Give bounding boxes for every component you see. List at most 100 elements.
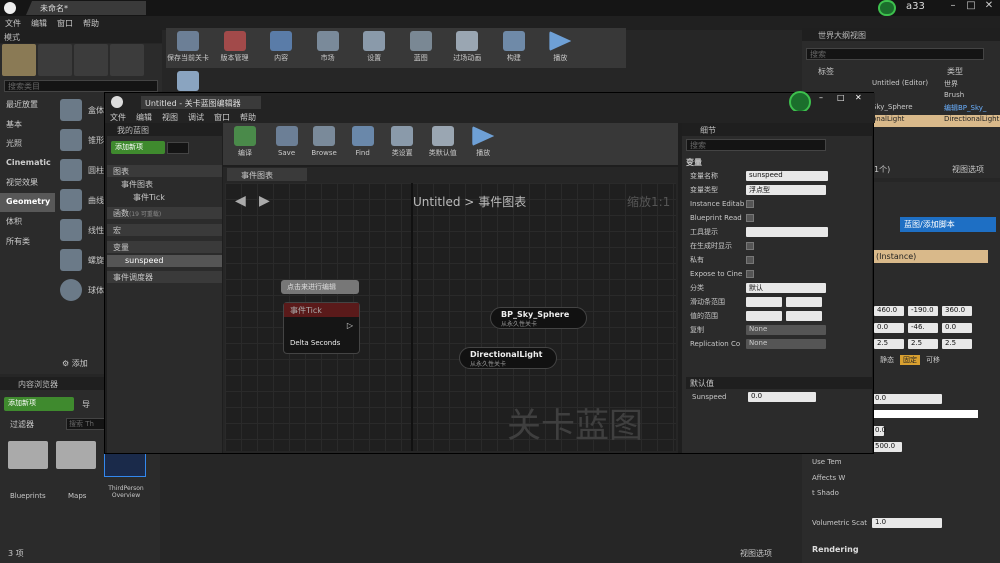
source-control-button[interactable]: 版本管理 bbox=[213, 28, 257, 68]
color-swatch[interactable] bbox=[872, 410, 978, 418]
detail-value-3[interactable]: 500.0 bbox=[872, 442, 902, 452]
rotation-x[interactable]: 0.0 bbox=[874, 323, 904, 333]
bp-menu-view[interactable]: 视图 bbox=[157, 111, 183, 123]
class-defaults-button[interactable]: 类默认值 bbox=[424, 123, 462, 163]
cinematics-button[interactable]: 过场动画 bbox=[445, 28, 489, 68]
settings-button[interactable]: 设置 bbox=[352, 28, 396, 68]
event-graph-item[interactable]: 事件图表 bbox=[121, 179, 153, 190]
user-avatar-icon[interactable] bbox=[878, 0, 896, 16]
exec-pin-icon[interactable]: ▷ bbox=[347, 321, 353, 330]
bp-menu-file[interactable]: 文件 bbox=[105, 111, 131, 123]
category-lights[interactable]: 光照 bbox=[0, 134, 55, 154]
compile-button[interactable]: 编译 bbox=[223, 123, 267, 163]
directional-light-node[interactable]: DirectionalLight 从永久性关卡 bbox=[459, 347, 557, 369]
content-search-input[interactable]: 搜索 Th bbox=[66, 418, 106, 430]
menu-help[interactable]: 帮助 bbox=[78, 16, 104, 29]
sky-sphere-node[interactable]: BP_Sky_Sphere 从永久性关卡 bbox=[490, 307, 587, 329]
mobility-static[interactable]: 静态 bbox=[880, 355, 894, 365]
range-input[interactable] bbox=[746, 311, 782, 321]
back-arrow-icon[interactable]: ◀ bbox=[235, 193, 246, 209]
paint-mode-icon[interactable] bbox=[38, 44, 72, 76]
place-mode-icon[interactable] bbox=[2, 44, 36, 76]
bp-maximize-icon[interactable]: □ bbox=[837, 93, 845, 102]
modes-search-input[interactable]: 搜索类目 bbox=[4, 80, 158, 92]
browse-button[interactable]: Browse bbox=[306, 123, 342, 163]
scale-x[interactable]: 2.5 bbox=[874, 339, 904, 349]
functions-section[interactable]: 函数(19 可重载) bbox=[107, 207, 222, 219]
variable-section-header[interactable]: 变量 bbox=[686, 157, 702, 168]
rotation-y[interactable]: -46. bbox=[908, 323, 938, 333]
select-field[interactable]: None bbox=[746, 325, 826, 335]
detail-value-4[interactable]: 1.0 bbox=[872, 518, 942, 528]
event-graph-tab[interactable]: 事件图表 bbox=[227, 168, 307, 181]
bp-menu-window[interactable]: 窗口 bbox=[209, 111, 235, 123]
location-x[interactable]: 460.0 bbox=[874, 306, 904, 316]
category-volumes[interactable]: 体积 bbox=[0, 212, 55, 232]
event-tick-node[interactable]: 事件Tick ▷ Delta Seconds bbox=[283, 302, 360, 354]
delta-seconds-pin[interactable]: Delta Seconds bbox=[290, 339, 340, 347]
bp-play-button[interactable]: 播放 bbox=[464, 123, 502, 163]
bp-details-search[interactable]: 搜索 bbox=[686, 139, 826, 151]
detail-value-1[interactable]: 0.0 bbox=[872, 394, 942, 404]
outliner-col-type[interactable]: 类型 bbox=[947, 66, 963, 77]
add-new-button[interactable]: 添加新项 bbox=[4, 397, 74, 411]
graph-canvas[interactable]: ◀ ▶ Untitled > 事件图表 缩放1:1 关卡蓝图 点击来进行编辑 事… bbox=[225, 183, 676, 451]
select-field[interactable]: 默认 bbox=[746, 283, 826, 293]
content-view-options[interactable]: 视图选项 bbox=[740, 548, 772, 559]
bp-menu-help[interactable]: 帮助 bbox=[235, 111, 261, 123]
marketplace-button[interactable]: 市场 bbox=[306, 28, 350, 68]
macros-section[interactable]: 宏 bbox=[107, 224, 222, 236]
outliner-row[interactable]: Untitled (Editor) 世界 bbox=[872, 79, 1000, 91]
folder-icon[interactable] bbox=[56, 441, 96, 469]
filters-button[interactable]: 过滤器 bbox=[10, 419, 34, 430]
blueprints-button[interactable]: 蓝图 bbox=[399, 28, 443, 68]
mobility-stationary[interactable]: 固定 bbox=[900, 355, 920, 365]
forward-arrow-icon[interactable]: ▶ bbox=[259, 193, 270, 209]
save-level-button[interactable]: 保存当前关卡 bbox=[166, 28, 210, 68]
play-button[interactable]: 播放 bbox=[538, 28, 582, 68]
bp-menu-edit[interactable]: 编辑 bbox=[131, 111, 157, 123]
checkbox[interactable] bbox=[746, 256, 754, 264]
content-button[interactable]: 内容 bbox=[259, 28, 303, 68]
rendering-section[interactable]: Rendering bbox=[812, 545, 859, 554]
default-value-section[interactable]: 默认值 bbox=[686, 377, 872, 389]
bp-search-input[interactable] bbox=[167, 142, 189, 154]
category-recent[interactable]: 最近放置 bbox=[0, 95, 55, 115]
checkbox[interactable] bbox=[746, 200, 754, 208]
add-blueprint-button[interactable]: 蓝图/添加脚本 bbox=[900, 217, 996, 232]
menu-window[interactable]: 窗口 bbox=[52, 16, 78, 29]
outliner-search-input[interactable]: 搜索 bbox=[806, 48, 984, 60]
foliage-mode-icon[interactable] bbox=[110, 44, 144, 76]
checkbox[interactable] bbox=[746, 214, 754, 222]
scale-z[interactable]: 2.5 bbox=[942, 339, 972, 349]
range-input[interactable] bbox=[786, 297, 822, 307]
bp-add-new-button[interactable]: 添加新项 bbox=[111, 141, 165, 154]
bp-tab[interactable]: Untitled - 关卡蓝图编辑器 bbox=[141, 96, 261, 109]
text-field[interactable] bbox=[746, 227, 828, 237]
breadcrumb-leaf[interactable]: 事件图表 bbox=[478, 195, 526, 209]
maximize-icon[interactable]: □ bbox=[962, 0, 980, 14]
select-field[interactable]: None bbox=[746, 339, 826, 349]
variable-sunspeed[interactable]: sunspeed bbox=[107, 255, 222, 267]
location-y[interactable]: -190.0 bbox=[908, 306, 938, 316]
dispatchers-section[interactable]: 事件调度器 bbox=[107, 271, 222, 283]
checkbox[interactable] bbox=[746, 270, 754, 278]
scale-y[interactable]: 2.5 bbox=[908, 339, 938, 349]
range-input[interactable] bbox=[746, 297, 782, 307]
mobility-movable[interactable]: 可移 bbox=[926, 355, 940, 365]
bp-user-icon[interactable] bbox=[789, 91, 811, 113]
folder-icon[interactable] bbox=[8, 441, 48, 469]
text-field[interactable]: sunspeed bbox=[746, 171, 828, 181]
event-tick-item[interactable]: 事件Tick bbox=[133, 192, 165, 203]
category-geometry[interactable]: Geometry bbox=[0, 192, 55, 212]
variables-section[interactable]: 变量 bbox=[107, 241, 222, 253]
location-z[interactable]: 360.0 bbox=[942, 306, 972, 316]
landscape-mode-icon[interactable] bbox=[74, 44, 108, 76]
bp-close-icon[interactable]: ✕ bbox=[855, 93, 862, 102]
bp-minimize-icon[interactable]: – bbox=[819, 93, 823, 102]
default-sunspeed-input[interactable]: 0.0 bbox=[748, 392, 816, 402]
checkbox[interactable] bbox=[746, 242, 754, 250]
bp-menu-debug[interactable]: 调试 bbox=[183, 111, 209, 123]
breadcrumb-root[interactable]: Untitled bbox=[413, 195, 460, 209]
outliner-row[interactable]: Brush bbox=[872, 91, 1000, 103]
